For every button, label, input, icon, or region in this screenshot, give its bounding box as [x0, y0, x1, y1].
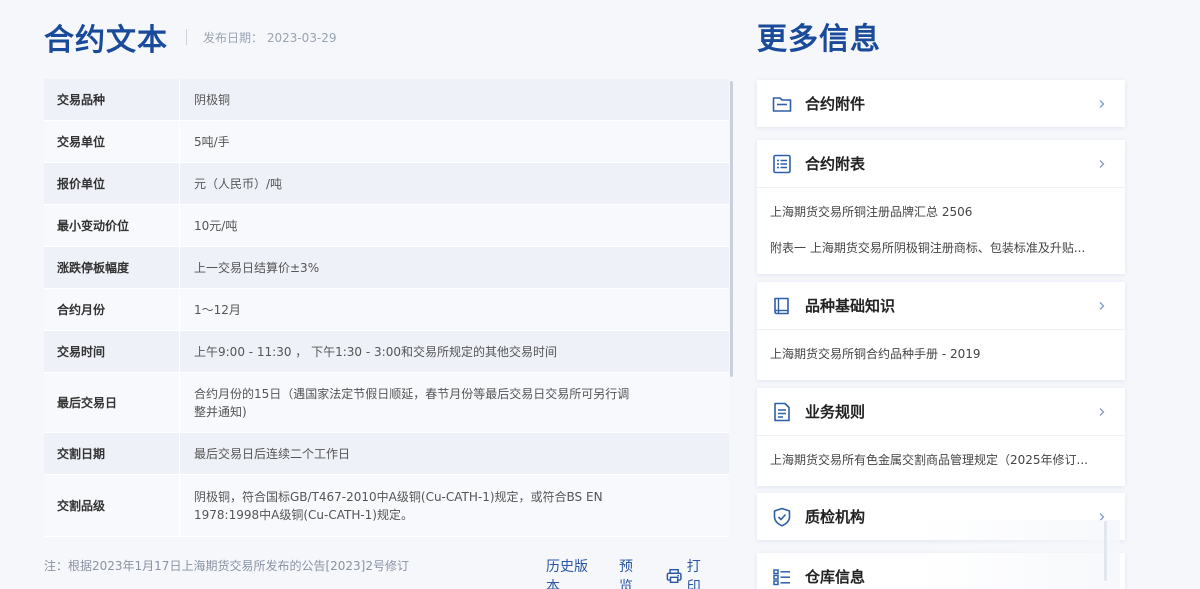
card-title: 合约附表	[805, 155, 866, 173]
spec-key: 交易时间	[44, 331, 180, 372]
more-info-panel: 更多信息 合约附件 合约附表 上海期货交易所铜注册品牌汇总 2506 附表一 上…	[757, 0, 1125, 589]
table-row: 交割日期 最后交易日后连续二个工作日	[44, 433, 729, 475]
card-links: 上海期货交易所铜注册品牌汇总 2506 附表一 上海期货交易所阴极铜注册商标、包…	[757, 187, 1125, 274]
spec-value: 10元/吨	[194, 218, 238, 233]
spec-value: 上一交易日结算价±3%	[194, 260, 320, 275]
rules-doc-icon	[774, 402, 790, 421]
table-row: 合约月份 1～12月	[44, 289, 729, 331]
list-item-link[interactable]: 上海期货交易所有色金属交割商品管理规定（2025年修订...	[770, 442, 1115, 478]
spec-value: 元（人民币）/吨	[194, 176, 283, 191]
spec-key: 交易单位	[44, 121, 180, 162]
card-title: 合约附件	[805, 95, 866, 113]
card-header[interactable]: 品种基础知识	[757, 282, 1125, 329]
list-item-link[interactable]: 上海期货交易所铜注册品牌汇总 2506	[770, 194, 1115, 230]
card-title: 仓库信息	[805, 568, 866, 586]
table-row: 交易时间 上午9:00 - 11:30 ， 下午1:30 - 3:00和交易所规…	[44, 331, 729, 373]
card-contract-schedules: 合约附表 上海期货交易所铜注册品牌汇总 2506 附表一 上海期货交易所阴极铜注…	[757, 140, 1125, 274]
spec-key: 报价单位	[44, 163, 180, 204]
more-info-title: 更多信息	[757, 22, 881, 57]
table-row: 最后交易日 合约月份的15日（遇国家法定节假日顺延，春节月份等最后交易日交易所可…	[44, 373, 729, 433]
chevron-right-icon	[1099, 99, 1105, 108]
card-header[interactable]: 仓库信息	[757, 553, 1125, 589]
publish-date: 发布日期： 2023-03-29	[203, 30, 337, 45]
title-divider	[186, 29, 187, 45]
card-product-basics: 品种基础知识 上海期货交易所铜合约品种手册 - 2019	[757, 282, 1125, 380]
table-row: 交易品种 阴极铜	[44, 79, 729, 121]
footer-actions: 历史版本 预览 打印	[546, 556, 734, 589]
card-inspection-agencies: 质检机构	[757, 493, 1125, 540]
card-header[interactable]: 合约附表	[757, 140, 1125, 187]
spec-key: 合约月份	[44, 289, 180, 330]
folder-icon	[772, 96, 792, 112]
card-header[interactable]: 业务规则	[757, 388, 1125, 435]
spec-value: 1～12月	[194, 302, 241, 317]
chevron-right-icon	[1099, 407, 1105, 416]
card-title: 业务规则	[805, 403, 866, 421]
chevron-right-icon	[1099, 512, 1105, 521]
shield-check-icon	[773, 507, 791, 527]
chevron-right-icon	[1099, 159, 1105, 168]
table-row: 报价单位 元（人民币）/吨	[44, 163, 729, 205]
card-header[interactable]: 合约附件	[757, 80, 1125, 127]
spec-key: 交割日期	[44, 433, 180, 474]
card-business-rules: 业务规则 上海期货交易所有色金属交割商品管理规定（2025年修订...	[757, 388, 1125, 486]
list-item-link[interactable]: 附表一 上海期货交易所阴极铜注册商标、包装标准及升贴...	[770, 230, 1115, 266]
chevron-right-icon	[1099, 301, 1105, 310]
page-title: 合约文本	[44, 23, 168, 58]
print-button[interactable]: 打印	[666, 556, 712, 589]
list-doc-icon	[773, 154, 791, 173]
spec-key: 涨跌停板幅度	[44, 247, 180, 288]
book-icon	[774, 297, 789, 314]
card-links: 上海期货交易所有色金属交割商品管理规定（2025年修订...	[757, 435, 1125, 486]
contract-header: 合约文本 发布日期： 2023-03-29	[44, 14, 337, 60]
card-title: 质检机构	[805, 508, 866, 526]
spec-value: 合约月份的15日（遇国家法定节假日顺延，春节月份等最后交易日交易所可另行调整并通…	[194, 386, 630, 419]
card-title: 品种基础知识	[805, 297, 896, 315]
spec-value: 上午9:00 - 11:30 ， 下午1:30 - 3:00和交易所规定的其他交…	[194, 344, 557, 359]
table-scrollbar[interactable]	[729, 79, 734, 539]
spec-key: 最后交易日	[44, 373, 180, 432]
card-links: 上海期货交易所铜合约品种手册 - 2019	[757, 329, 1125, 380]
table-scrollbar-thumb[interactable]	[730, 81, 733, 377]
print-label: 打印	[686, 559, 701, 589]
table-row: 最小变动价位 10元/吨	[44, 205, 729, 247]
spec-key: 交易品种	[44, 79, 180, 120]
spec-value: 阴极铜，符合国标GB/T467-2010中A级铜(Cu-CATH-1)规定，或符…	[194, 489, 603, 522]
card-header[interactable]: 质检机构	[757, 493, 1125, 540]
list-item-link[interactable]: 上海期货交易所铜合约品种手册 - 2019	[770, 336, 1115, 372]
spec-value: 最后交易日后连续二个工作日	[194, 446, 351, 461]
sidebar-scrollbar[interactable]	[1104, 521, 1107, 581]
revision-footnote: 注：根据2023年1月17日上海期货交易所发布的公告[2023]2号修订	[44, 559, 409, 573]
spec-key: 交割品级	[44, 475, 180, 536]
spec-value: 5吨/手	[194, 134, 230, 149]
table-row: 交易单位 5吨/手	[44, 121, 729, 163]
table-row: 交割品级 阴极铜，符合国标GB/T467-2010中A级铜(Cu-CATH-1)…	[44, 475, 729, 537]
spec-value: 阴极铜	[194, 92, 231, 107]
card-warehouse-info: 仓库信息	[757, 553, 1125, 589]
spec-key: 最小变动价位	[44, 205, 180, 246]
table-row: 涨跌停板幅度 上一交易日结算价±3%	[44, 247, 729, 289]
printer-icon	[667, 568, 683, 584]
warehouse-list-icon	[773, 568, 790, 585]
contract-panel: 合约文本 发布日期： 2023-03-29 交易品种 阴极铜 交易单位 5吨/手…	[44, 0, 734, 589]
preview-link[interactable]: 预览	[619, 556, 645, 589]
contract-spec-table[interactable]: 交易品种 阴极铜 交易单位 5吨/手 报价单位 元（人民币）/吨 最小变动价位 …	[44, 79, 729, 539]
history-version-link[interactable]: 历史版本	[546, 556, 597, 589]
card-contract-attachments: 合约附件	[757, 80, 1125, 127]
